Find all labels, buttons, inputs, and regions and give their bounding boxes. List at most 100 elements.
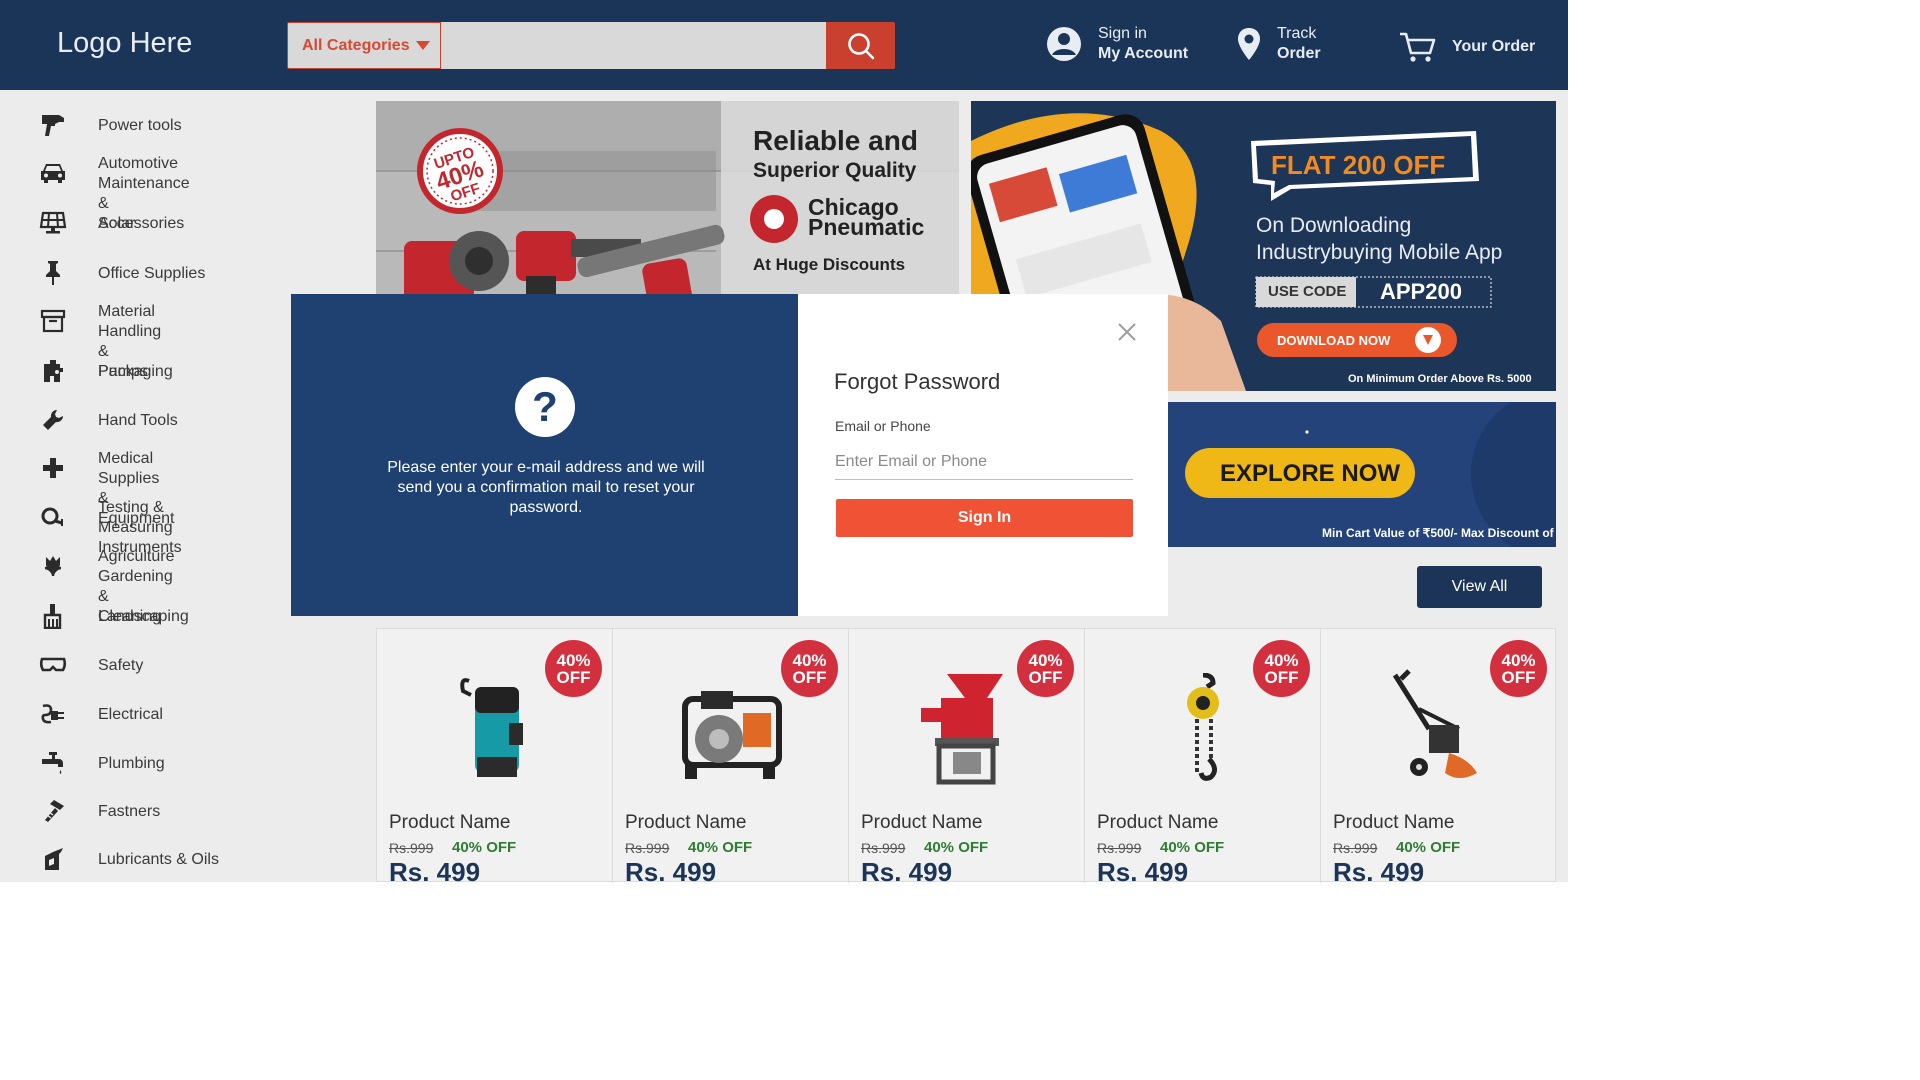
measuring-icon: [36, 502, 70, 532]
sidebar-label: Cleaning: [98, 608, 162, 625]
sidebar-item-power-tools[interactable]: Power tools: [36, 110, 182, 140]
close-icon[interactable]: [1115, 320, 1139, 344]
product-name[interactable]: Product Name: [1097, 812, 1218, 834]
pushpin-icon: [36, 258, 70, 288]
box-icon: [36, 306, 70, 336]
search-input[interactable]: [441, 22, 826, 69]
original-price: Rs.999: [861, 840, 906, 856]
sign-in-button[interactable]: Sign In: [836, 499, 1133, 537]
site-logo[interactable]: Logo Here: [57, 27, 192, 60]
sidebar-item-fastners[interactable]: Fastners: [36, 796, 160, 826]
tulip-icon: [36, 551, 70, 581]
sidebar-item-automotive[interactable]: Automotive Maintenance & Accessories: [36, 155, 190, 232]
discount-text: 40% OFF: [1160, 839, 1225, 856]
product-card[interactable]: 40% OFF Product Name Rs.999 40% OFF Rs. 4…: [1085, 629, 1321, 887]
sidebar-item-testing[interactable]: Testing & Measuring Instruments: [36, 499, 182, 556]
order-label: Order: [1277, 45, 1321, 62]
sidebar-label: Electrical: [98, 706, 163, 723]
flour-mill-icon: [899, 667, 1035, 791]
sign-in-label: Sign in: [1098, 25, 1147, 42]
sidebar-item-electrical[interactable]: Electrical: [36, 699, 163, 729]
banner-tagline: At Huge Discounts: [753, 255, 906, 274]
plug-icon: [36, 699, 70, 729]
submersible-pump-icon: [427, 667, 563, 791]
discount-text: 40% OFF: [452, 839, 517, 856]
original-price: Rs.999: [1333, 840, 1378, 856]
chain-hoist-icon: [1135, 667, 1271, 791]
track-order[interactable]: Track Order: [1236, 24, 1321, 64]
reset-instructions: Please enter your e-mail address and we …: [387, 459, 705, 516]
sidebar-item-plumbing[interactable]: Plumbing: [36, 748, 165, 778]
sidebar-label: Hand Tools: [98, 412, 178, 429]
view-all-button[interactable]: View All: [1417, 566, 1542, 608]
modal-title: Forgot Password: [834, 369, 1001, 394]
product-card[interactable]: 40% OFF Product Name Rs.999 40% OFF Rs. 4…: [613, 629, 849, 887]
sale-price: Rs. 499: [389, 857, 481, 887]
sidebar-item-solar[interactable]: Solar: [36, 208, 135, 238]
explore-now-button[interactable]: EXPLORE NOW: [1220, 460, 1400, 488]
brand-name: Chicago Pneumatic: [808, 194, 925, 240]
banner-subline: Superior Quality: [753, 159, 917, 182]
product-card[interactable]: 40% OFF Product Name Rs.999 40% OFF Rs. 4…: [377, 629, 613, 887]
promo-line-1: On Downloading: [1256, 214, 1412, 237]
tiller-icon: [1371, 667, 1507, 791]
top-header: Logo Here All Categories Sign in My Acco…: [0, 0, 1568, 90]
forgot-password-form: Forgot Password Email or Phone Sign In: [798, 294, 1168, 616]
your-order[interactable]: Your Order: [1398, 30, 1535, 64]
product-card[interactable]: 40% OFF Product Name Rs.999 40% OFF Rs. 4…: [849, 629, 1085, 887]
sidebar-item-lubricants[interactable]: Lubricants & Oils: [36, 844, 219, 874]
original-price: Rs.999: [389, 840, 434, 856]
all-categories-label: All Categories: [302, 36, 410, 54]
sidebar-item-safety[interactable]: Safety: [36, 650, 143, 680]
user-circle-icon: [1047, 27, 1081, 61]
search-icon: [847, 32, 874, 59]
goggles-icon: [36, 650, 70, 680]
email-phone-label: Email or Phone: [835, 418, 931, 434]
drill-icon: [36, 110, 70, 140]
sidebar-item-hand-tools[interactable]: Hand Tools: [36, 405, 178, 435]
my-account-label: My Account: [1098, 45, 1189, 62]
sale-price: Rs. 499: [861, 857, 953, 887]
screw-icon: [36, 796, 70, 826]
sidebar-label: Lubricants & Oils: [98, 851, 219, 868]
sidebar-item-cleaning[interactable]: Cleaning: [36, 601, 161, 631]
sidebar-label: Fastners: [98, 803, 161, 820]
cart-icon: [1400, 32, 1436, 62]
flat-200-off-label: FLAT 200 OFF: [1271, 150, 1446, 180]
water-pump-icon: [663, 667, 799, 791]
banner-headline: Reliable and: [753, 125, 918, 156]
question-mark-icon: ?: [515, 377, 575, 437]
email-phone-input[interactable]: [835, 444, 1133, 480]
discount-text: 40% OFF: [688, 839, 753, 856]
product-name[interactable]: Product Name: [625, 812, 746, 834]
faucet-icon: [36, 748, 70, 778]
product-grid: 40% OFF Product Name Rs.999 40% OFF Rs. 4…: [376, 628, 1557, 887]
all-categories-dropdown[interactable]: All Categories: [287, 22, 441, 69]
sign-in-account[interactable]: Sign in My Account: [1046, 24, 1188, 64]
search-button[interactable]: [826, 22, 895, 69]
sidebar-item-agriculture[interactable]: Agriculture Gardening & Landscaping: [36, 548, 189, 625]
original-price: Rs.999: [625, 840, 670, 856]
download-now-button[interactable]: DOWNLOAD NOW: [1277, 333, 1390, 348]
sidebar-label: Plumbing: [98, 755, 165, 772]
sidebar-item-medical[interactable]: Medical Supplies & Equipment: [36, 450, 175, 527]
product-card[interactable]: 40% OFF Product Name Rs.999 40% OFF Rs. 4…: [1321, 629, 1557, 887]
sidebar-item-material-handling[interactable]: Material Handling & Packaging: [36, 303, 173, 380]
sale-price: Rs. 499: [1333, 857, 1425, 887]
track-label: Track: [1277, 25, 1317, 42]
sidebar-item-pumps[interactable]: Pumps: [36, 356, 148, 386]
original-price: Rs.999: [1097, 840, 1142, 856]
product-name[interactable]: Product Name: [861, 812, 982, 834]
pump-icon: [36, 356, 70, 386]
sidebar-item-office-supplies[interactable]: Office Supplies: [36, 258, 205, 288]
sidebar-label: Solar: [98, 215, 136, 232]
product-name[interactable]: Product Name: [1333, 812, 1454, 834]
oil-can-icon: [36, 844, 70, 874]
broom-icon: [36, 601, 70, 631]
product-name[interactable]: Product Name: [389, 812, 510, 834]
caret-down-icon: [415, 41, 430, 50]
sidebar-label: Power tools: [98, 117, 182, 134]
your-order-label: Your Order: [1452, 38, 1536, 55]
forgot-password-info-panel: ? Please enter your e-mail address and w…: [291, 294, 798, 616]
sidebar-label: Pumps: [98, 363, 148, 380]
